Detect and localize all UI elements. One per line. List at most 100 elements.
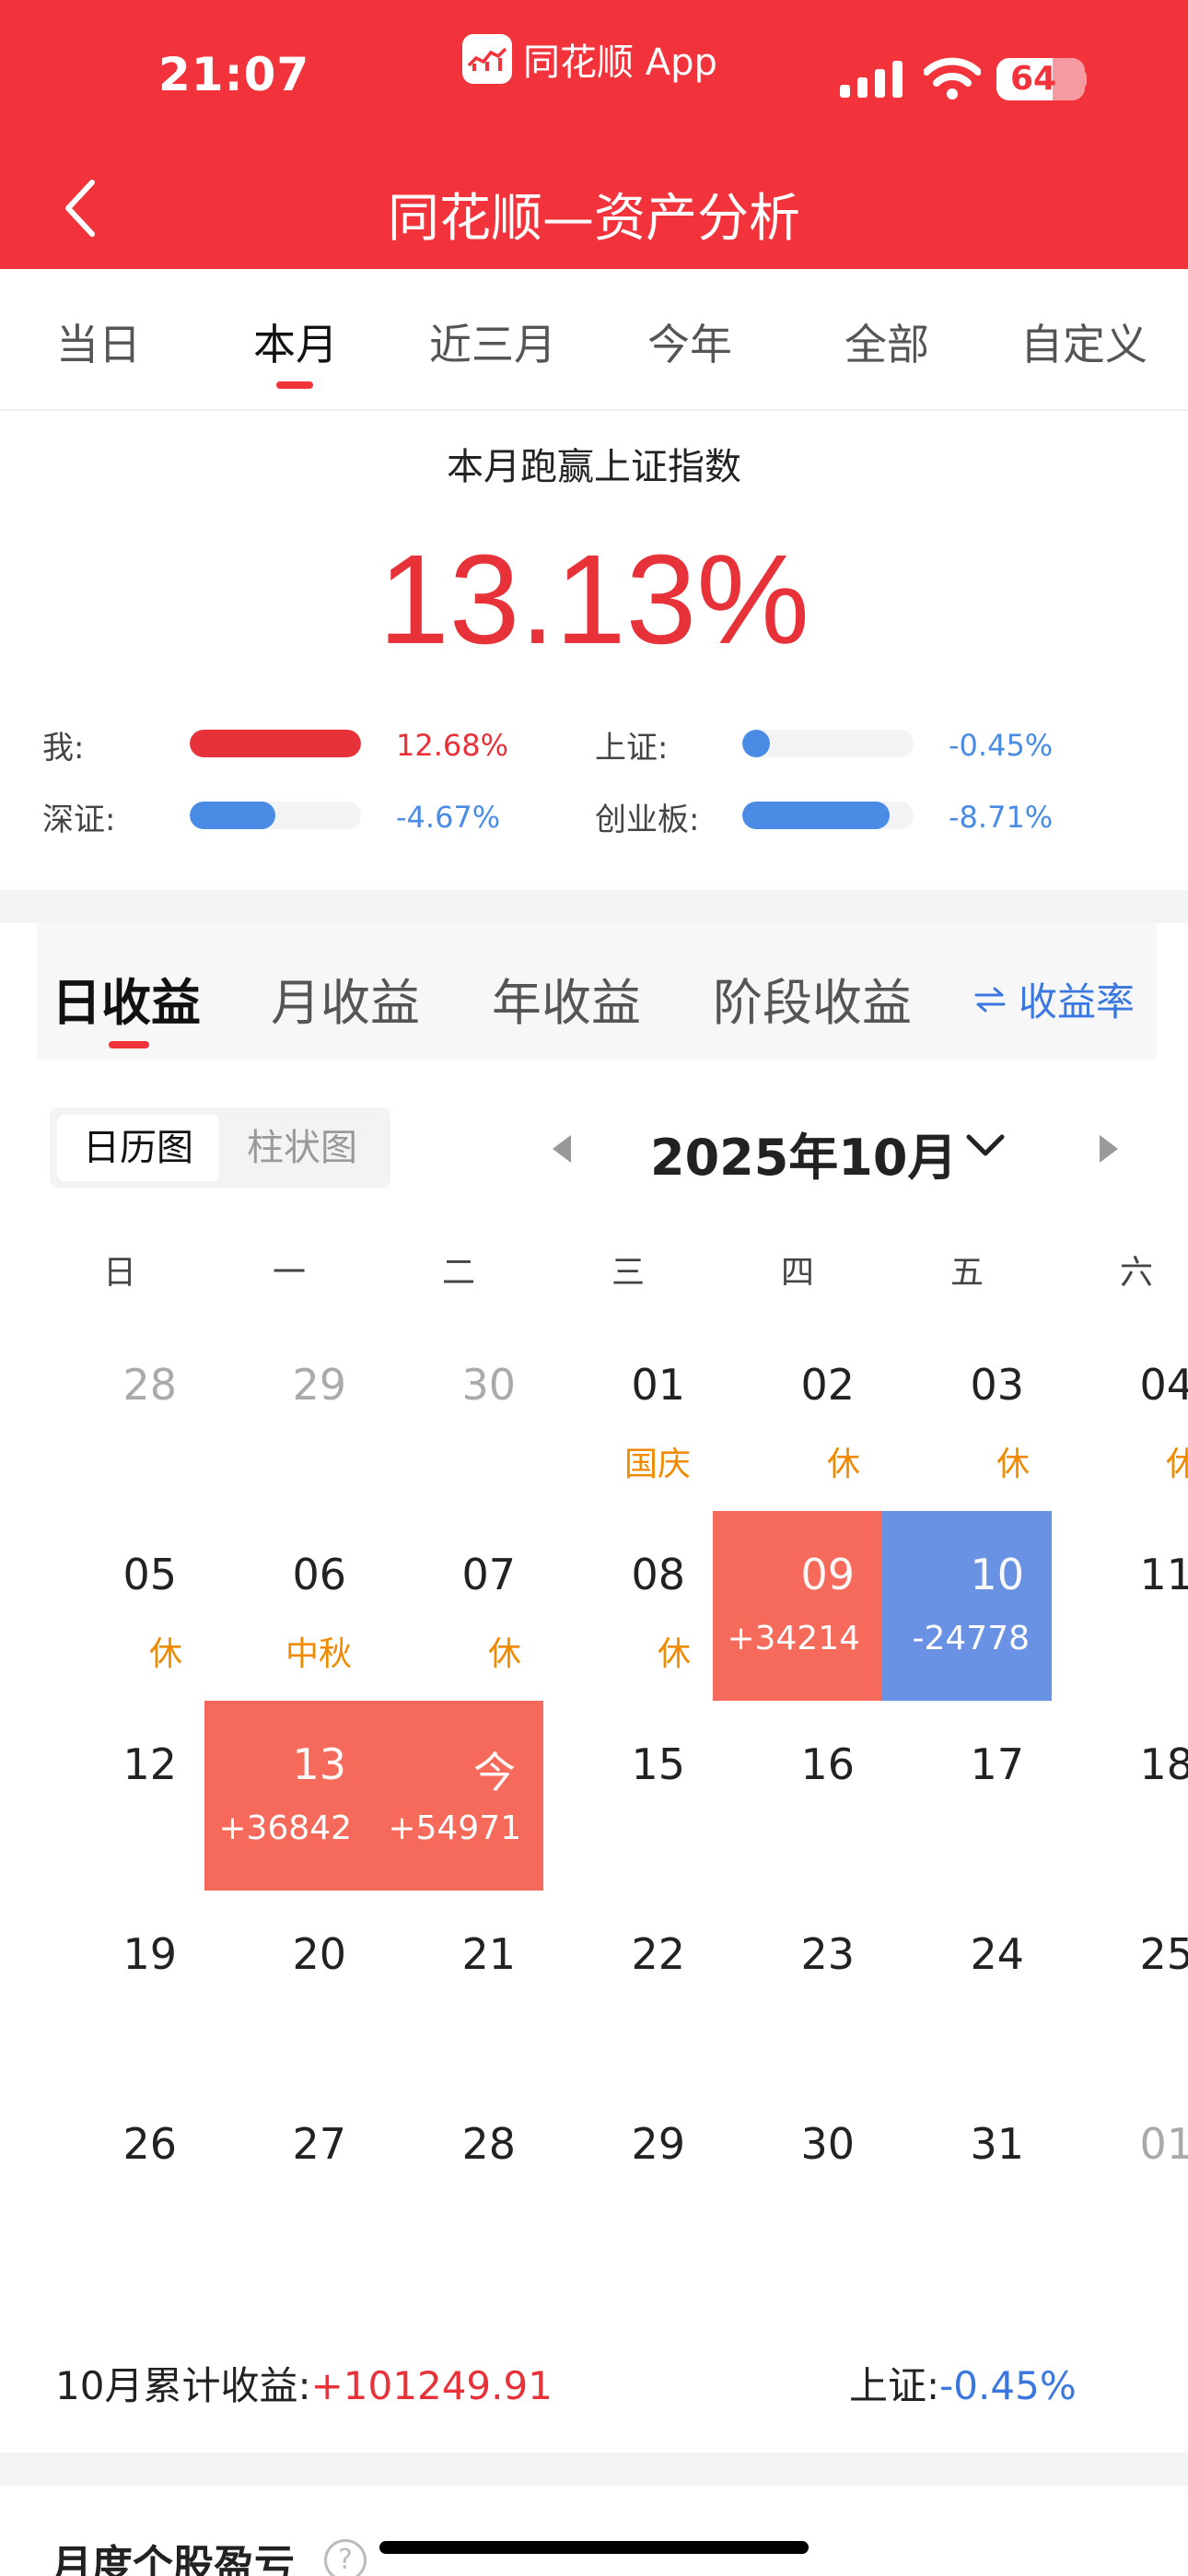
calendar-day-cell[interactable]: 19 bbox=[35, 1891, 204, 2080]
earnings-tab-indicator bbox=[109, 1041, 149, 1048]
calendar-day-cell[interactable]: 11 bbox=[1052, 1511, 1188, 1701]
calendar-day-cell[interactable]: 13 +36842 bbox=[204, 1701, 374, 1891]
calendar-day-cell[interactable]: 27 bbox=[204, 2080, 374, 2270]
compare-label: 上证: bbox=[595, 730, 669, 767]
day-number: 12 bbox=[122, 1739, 177, 1789]
calendar-day-cell[interactable]: 08 休 bbox=[543, 1511, 713, 1701]
section-divider bbox=[0, 2453, 1188, 2486]
calendar-day-cell[interactable]: 28 bbox=[35, 1321, 204, 1511]
earnings-tabs: 日收益 月收益 年收益 阶段收益 收益率 bbox=[37, 923, 1157, 1060]
calendar-day-cell[interactable]: 06 中秋 bbox=[204, 1511, 374, 1701]
day-number: 15 bbox=[631, 1739, 685, 1789]
calendar-day-cell[interactable]: 29 bbox=[204, 1321, 374, 1511]
compare-bar-fill bbox=[742, 802, 890, 829]
calendar-day-cell[interactable]: 12 bbox=[35, 1701, 204, 1891]
calendar-day-cell[interactable]: 22 bbox=[543, 1891, 713, 2080]
holiday-tag: 休 bbox=[1165, 1446, 1188, 1483]
calendar-day-cell[interactable]: 07 休 bbox=[374, 1511, 543, 1701]
tab-this-year[interactable]: 今年 bbox=[591, 311, 788, 372]
tab-period-earnings[interactable]: 阶段收益 bbox=[713, 962, 912, 1035]
calendar-day-cell[interactable]: 今 +54971 bbox=[374, 1701, 543, 1891]
day-number: 17 bbox=[970, 1739, 1024, 1789]
chevron-down-icon[interactable] bbox=[965, 1131, 1006, 1159]
holiday-tag: 休 bbox=[996, 1446, 1030, 1483]
rate-toggle-button[interactable]: 收益率 bbox=[974, 971, 1135, 1027]
status-time: 21:07 bbox=[158, 48, 310, 101]
calendar-day-cell[interactable]: 16 bbox=[713, 1701, 882, 1891]
battery-tip bbox=[1079, 71, 1087, 88]
tab-today[interactable]: 当日 bbox=[0, 311, 197, 372]
calendar-day-cell[interactable]: 20 bbox=[204, 1891, 374, 2080]
calendar-day-cell[interactable]: 10 -24778 bbox=[882, 1511, 1052, 1701]
cumulative-label: 10月累计收益: bbox=[55, 2363, 311, 2408]
beat-index-value: 13.13% bbox=[378, 529, 810, 671]
calendar-day-cell[interactable]: 21 bbox=[374, 1891, 543, 2080]
day-number: 04 bbox=[1139, 1360, 1188, 1410]
tab-this-month[interactable]: 本月 bbox=[197, 311, 394, 372]
calendar-day-cell[interactable]: 23 bbox=[713, 1891, 882, 2080]
home-indicator bbox=[379, 2541, 809, 2554]
weekday-label: 日 bbox=[102, 1254, 136, 1292]
day-number: 30 bbox=[461, 1360, 516, 1410]
view-switch: 日历图 柱状图 bbox=[50, 1107, 390, 1188]
calendar-day-cell[interactable]: 31 bbox=[882, 2080, 1052, 2270]
index-label: 上证: bbox=[849, 2363, 940, 2408]
calendar-day-cell[interactable]: 03 休 bbox=[882, 1321, 1052, 1511]
calendar-day-cell[interactable]: 30 bbox=[713, 2080, 882, 2270]
tab-monthly-earnings[interactable]: 月收益 bbox=[271, 962, 420, 1035]
swap-icon bbox=[974, 987, 1006, 1012]
calendar-day-cell[interactable]: 30 bbox=[374, 1321, 543, 1511]
calendar-day-cell[interactable]: 15 bbox=[543, 1701, 713, 1891]
calendar-day-cell[interactable]: 09 +34214 bbox=[713, 1511, 882, 1701]
day-number: 01 bbox=[631, 1360, 685, 1410]
day-number: 29 bbox=[631, 2119, 685, 2169]
prev-month-icon[interactable] bbox=[549, 1133, 575, 1165]
day-number: 02 bbox=[800, 1360, 855, 1410]
wifi-icon bbox=[924, 57, 981, 100]
day-number: 11 bbox=[1139, 1550, 1188, 1599]
compare-bar-fill bbox=[190, 802, 275, 829]
calendar-day-cell[interactable]: 18 bbox=[1052, 1701, 1188, 1891]
calendar-view-button[interactable]: 日历图 bbox=[57, 1115, 219, 1181]
calendar-day-cell[interactable]: 05 休 bbox=[35, 1511, 204, 1701]
next-month-icon[interactable] bbox=[1096, 1133, 1122, 1165]
active-tab-indicator bbox=[276, 381, 313, 389]
compare-label: 我: bbox=[42, 730, 85, 767]
calendar-day-cell[interactable]: 25 bbox=[1052, 1891, 1188, 2080]
day-number: 26 bbox=[122, 2119, 177, 2169]
question-icon[interactable]: ? bbox=[324, 2539, 367, 2576]
calendar-day-cell[interactable]: 24 bbox=[882, 1891, 1052, 2080]
holiday-tag: 休 bbox=[148, 1635, 182, 1673]
day-number: 25 bbox=[1139, 1929, 1188, 1979]
period-tabs: 当日 本月 近三月 今年 全部 自定义 bbox=[0, 269, 1188, 411]
day-profit: +36842 bbox=[218, 1809, 352, 1847]
calendar-day-cell[interactable]: 17 bbox=[882, 1701, 1052, 1891]
day-number: 31 bbox=[970, 2119, 1024, 2169]
calendar-day-cell[interactable]: 01 国庆 bbox=[543, 1321, 713, 1511]
compare-value: 12.68% bbox=[396, 728, 509, 763]
tab-three-months[interactable]: 近三月 bbox=[394, 311, 591, 372]
compare-bar bbox=[742, 802, 914, 829]
calendar-day-cell[interactable]: 26 bbox=[35, 2080, 204, 2270]
tab-daily-earnings[interactable]: 日收益 bbox=[52, 962, 201, 1035]
tab-custom[interactable]: 自定义 bbox=[985, 311, 1182, 372]
tab-yearly-earnings[interactable]: 年收益 bbox=[492, 962, 641, 1035]
month-title[interactable]: 2025年10月 bbox=[650, 1117, 957, 1189]
calendar-day-cell[interactable]: 01 bbox=[1052, 2080, 1188, 2270]
app-indicator[interactable]: 同花顺 App bbox=[462, 33, 717, 85]
day-number: 19 bbox=[122, 1929, 177, 1979]
weekday-label: 五 bbox=[949, 1254, 984, 1292]
calendar-day-cell[interactable]: 04 休 bbox=[1052, 1321, 1188, 1511]
cellular-signal-icon bbox=[840, 61, 903, 98]
day-number: 07 bbox=[461, 1550, 516, 1599]
calendar-day-cell[interactable]: 29 bbox=[543, 2080, 713, 2270]
calendar-day-cell[interactable]: 02 休 bbox=[713, 1321, 882, 1511]
day-number: 22 bbox=[631, 1929, 685, 1979]
bar-view-button[interactable]: 柱状图 bbox=[221, 1115, 383, 1181]
compare-label: 创业板: bbox=[595, 802, 700, 838]
tab-all[interactable]: 全部 bbox=[788, 311, 985, 372]
calendar-day-cell[interactable]: 28 bbox=[374, 2080, 543, 2270]
compare-row-cyb: 创业板: -8.71% bbox=[595, 794, 1111, 838]
day-number: 05 bbox=[122, 1550, 177, 1599]
weekday-label: 六 bbox=[1119, 1254, 1153, 1292]
